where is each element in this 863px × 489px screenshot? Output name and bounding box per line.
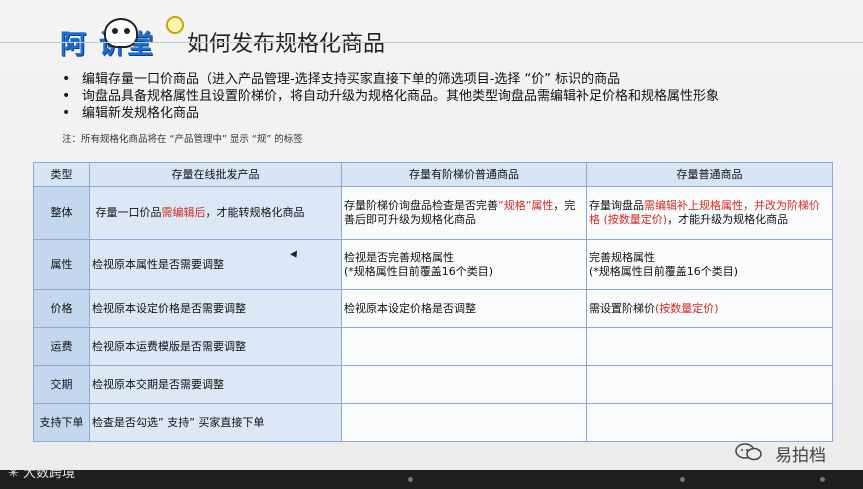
row-type-label: 属性 [33,239,90,290]
comparison-table: 类型 存量在线批发产品 存量有阶梯价普通商品 存量普通商品 整体 存量一口价品需… [33,162,833,442]
header-col1: 存量在线批发产品 [89,162,342,187]
cell-text: 存量阶梯价询盘品检查是否完善 [344,199,498,212]
table-cell [341,327,587,366]
row-type-label: 支持下单 [33,403,90,442]
control-dot-icon [820,477,825,482]
badge-icon [166,16,184,34]
cell-text: 存量一口价品 [95,206,162,219]
table-cell: 检查是否勾选” 支持” 买家直接下单 [89,403,342,442]
table-row: 支持下单 检查是否勾选” 支持” 买家直接下单 [33,403,833,442]
table-cell [341,365,587,404]
bullet-list: 编辑存量一口价商品（进入产品管理-选择支持买家直接下单的筛选项目-选择 “价” … [60,71,719,122]
table-row: 属性 检视原本属性是否需要调整 检视是否完善规格属性 (*规格属性目前覆盖16个… [33,239,833,290]
table-cell: 检视原本交期是否需要调整 [89,365,342,404]
table-cell: 检视是否完善规格属性 (*规格属性目前覆盖16个类目) [341,239,587,290]
header-type: 类型 [33,162,90,187]
cow-mascot-icon [104,18,138,48]
wechat-icon [735,443,762,461]
table-row: 运费 检视原本运费模版是否需要调整 [33,327,833,366]
table-cell: 检视原本运费模版是否需要调整 [89,327,342,366]
bullet-item: 编辑存量一口价商品（进入产品管理-选择支持买家直接下单的筛选项目-选择 “价” … [60,71,719,88]
title-divider [0,42,863,43]
cell-highlight: (按数量定价) [655,301,719,315]
header-col3: 存量普通商品 [586,162,833,187]
table-row: 交期 检视原本交期是否需要调整 [33,365,833,404]
table-row: 整体 存量一口价品需编辑后，才能转规格化商品 存量阶梯价询盘品检查是否完善”规格… [33,186,833,240]
table-cell: 检视原本设定价格是否调整 [341,289,587,328]
watermark-left-text: 大数跨境 [23,466,76,481]
cell-text: 完善规格属性 [589,250,655,264]
cell-highlight: 需编辑后 [161,206,206,219]
table-header-row: 类型 存量在线批发产品 存量有阶梯价普通商品 存量普通商品 [33,162,833,187]
cell-text: ，才能转规格化商品 [205,206,305,219]
row-type-label: 交期 [33,365,90,404]
cell-text: (*规格属性目前覆盖16个类目) [344,264,494,278]
table-cell [341,403,587,442]
watermark-right: 易拍档 [775,446,826,466]
table-cell: 存量阶梯价询盘品检查是否完善”规格”属性，完善后即可升级为规格化商品 [341,186,587,240]
presentation-slide: 阿 讲堂 如何发布规格化商品 编辑存量一口价商品（进入产品管理-选择支持买家直接… [0,0,863,470]
table-cell [586,403,833,442]
row-type-label: 整体 [33,186,90,240]
row-type-label: 价格 [33,289,90,328]
table-cell: 存量询盘品需编辑补上规格属性，并改为阶梯价格 (按数量定价)，才能升级为规格化商… [586,186,833,240]
table-cell: 存量一口价品需编辑后，才能转规格化商品 [89,186,342,240]
cell-highlight: ”规格”属性 [498,199,554,212]
cell-text: 存量询盘品 [589,199,644,212]
control-dot-icon [680,477,685,482]
cell-text: 检视是否完善规格属性 [344,250,454,264]
table-cell [586,365,833,404]
video-control-bar [0,470,863,489]
row-type-label: 运费 [33,327,90,366]
table-cell: 需设置阶梯价(按数量定价) [586,289,833,328]
cell-text: 需设置阶梯价 [589,301,655,315]
header-col2: 存量有阶梯价普通商品 [341,162,587,187]
table-row: 价格 检视原本设定价格是否需要调整 检视原本设定价格是否调整 需设置阶梯价(按数… [33,289,833,328]
bullet-item: 询盘品具备规格属性且设置阶梯价，将自动升级为规格化商品。其他类型询盘品需编辑补足… [60,88,719,105]
cell-text: (*规格属性目前覆盖16个类目) [589,264,739,278]
table-cell: 完善规格属性 (*规格属性目前覆盖16个类目) [586,239,833,290]
table-cell: 检视原本属性是否需要调整 [89,239,342,290]
bullet-item: 编辑新发规格化商品 [60,105,719,122]
watermark-logo-icon: ✳ [8,466,24,481]
watermark-left: ✳ 大数跨境 [8,462,75,481]
brand-logo: 阿 讲堂 [54,16,186,62]
slide-note: 注：所有规格化商品将在 “产品管理中” 显示 “规” 的标签 [62,134,303,145]
control-dot-icon [408,477,413,482]
table-cell [586,327,833,366]
table-cell: 检视原本设定价格是否需要调整 [89,289,342,328]
cell-text: ，才能升级为规格化商品 [667,213,789,226]
